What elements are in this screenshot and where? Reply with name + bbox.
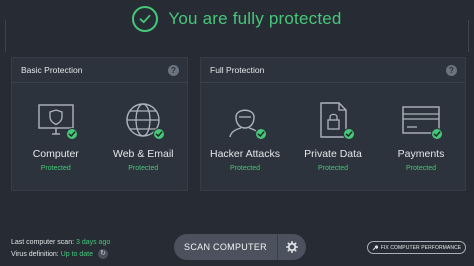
help-icon[interactable]: ? (168, 64, 179, 76)
protection-header: You are fully protected (0, 0, 474, 38)
item-status: Protected (128, 165, 159, 172)
item-label: Web & Email (113, 148, 174, 160)
fix-performance-button[interactable]: FIX COMPUTER PERFORMANCE (367, 241, 466, 254)
check-circle-icon (132, 6, 159, 32)
item-label: Payments (397, 148, 445, 160)
wrench-icon (372, 244, 378, 250)
web-email-tile[interactable]: Web & Email Protected (103, 100, 183, 172)
refresh-icon[interactable]: ↻ (97, 249, 108, 260)
check-badge-icon (65, 128, 78, 140)
item-status: Protected (318, 165, 348, 172)
last-scan-label: Last computer scan: (11, 239, 75, 246)
private-data-tile[interactable]: Private Data Protected (293, 100, 373, 172)
payments-tile[interactable]: Payments Protected (381, 100, 461, 172)
scan-computer-button[interactable]: SCAN COMPUTER (174, 234, 277, 260)
item-label: Hacker Attacks (209, 148, 281, 160)
item-label: Private Data (304, 148, 362, 160)
full-protection-panel: Full Protection ? Hacker Attacks Protect… (200, 57, 466, 191)
gear-icon (286, 241, 298, 253)
basic-protection-panel: Basic Protection ? Computer Protected We… (11, 57, 188, 191)
scan-settings-button[interactable] (278, 234, 306, 260)
scan-control: SCAN COMPUTER (174, 234, 306, 260)
item-status: Protected (40, 165, 71, 172)
scan-status: Last computer scan: 3 days ago Virus def… (11, 237, 110, 261)
last-scan-link[interactable]: 3 days ago (76, 239, 110, 246)
check-badge-icon (431, 128, 443, 140)
item-status: Protected (230, 165, 260, 172)
panel-title: Basic Protection (21, 65, 83, 75)
hacker-attacks-tile[interactable]: Hacker Attacks Protected (205, 100, 285, 172)
check-badge-icon (255, 128, 267, 140)
protection-status-title: You are fully protected (168, 9, 342, 28)
virus-definition-label: Virus definition: (11, 251, 59, 258)
computer-tile[interactable]: Computer Protected (16, 100, 96, 172)
help-icon[interactable]: ? (446, 64, 457, 76)
fix-performance-label: FIX COMPUTER PERFORMANCE (380, 244, 462, 251)
check-badge-icon (343, 128, 355, 140)
virus-definition-value: Up to date (60, 251, 93, 258)
check-badge-icon (153, 128, 166, 140)
item-label: Computer (32, 148, 79, 160)
panel-title: Full Protection (210, 65, 265, 75)
item-status: Protected (406, 165, 436, 172)
